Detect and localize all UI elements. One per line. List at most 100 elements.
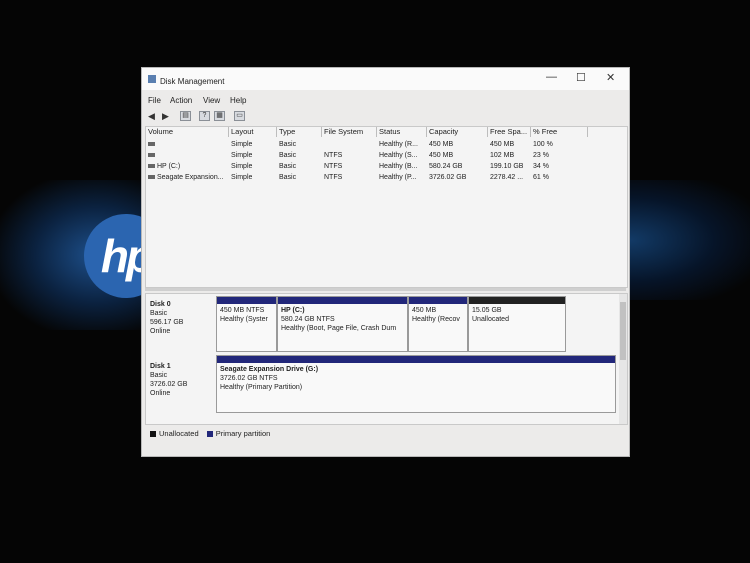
fs-cell: NTFS xyxy=(324,174,343,181)
title-bar[interactable]: Disk Management — ☐ ✕ xyxy=(142,68,629,90)
disk-1-info[interactable]: Disk 1 Basic 3726.02 GB Online xyxy=(150,362,187,398)
primary-partition-bar xyxy=(278,297,407,304)
disk-type: Basic xyxy=(150,372,168,379)
col-percent-free[interactable]: % Free xyxy=(531,127,588,137)
volume-name xyxy=(148,139,228,150)
capacity-cell: 450 MB xyxy=(429,152,454,159)
toolbar: ◀ ▶ ▤ ? ▦ ▭ xyxy=(142,109,629,123)
type-cell: Basic xyxy=(279,141,297,148)
col-file-system[interactable]: File System xyxy=(322,127,377,137)
console-icon[interactable]: ▦ xyxy=(214,111,225,121)
status-cell: Healthy (S... xyxy=(379,152,418,159)
volume-icon xyxy=(148,175,155,180)
pane-splitter[interactable] xyxy=(145,288,626,291)
pct-free-cell: 34 % xyxy=(533,163,549,170)
unallocated-bar xyxy=(469,297,565,304)
menu-bar: File Action View Help xyxy=(142,94,629,108)
disk-type: Basic xyxy=(150,310,168,317)
volume-icon xyxy=(148,153,155,158)
partition-c[interactable]: HP (C:) 580.24 GB NTFS Healthy (Boot, Pa… xyxy=(277,296,408,352)
free-cell: 199.10 GB xyxy=(490,163,524,170)
free-cell: 102 MB xyxy=(490,152,515,159)
menu-file[interactable]: File xyxy=(148,96,161,105)
minimize-button[interactable]: — xyxy=(546,71,557,83)
col-type[interactable]: Type xyxy=(277,127,322,137)
menu-view[interactable]: View xyxy=(203,96,220,105)
primary-partition-bar xyxy=(217,297,276,304)
disk-map: Disk 0 Basic 596.17 GB Online 450 MB NTF… xyxy=(145,293,628,425)
type-cell: Basic xyxy=(279,174,297,181)
primary-partition-bar xyxy=(409,297,467,304)
close-button[interactable]: ✕ xyxy=(606,71,615,84)
volume-name: Seagate Expansion... xyxy=(148,172,228,183)
disk-status: Online xyxy=(150,390,171,397)
layout-cell: Simple xyxy=(231,141,253,148)
volume-icon xyxy=(148,142,155,147)
capacity-cell: 450 MB xyxy=(429,141,454,148)
volume-icon xyxy=(148,164,155,169)
app-icon xyxy=(148,75,156,83)
col-capacity[interactable]: Capacity xyxy=(427,127,488,137)
pct-free-cell: 23 % xyxy=(533,152,549,159)
list-icon[interactable]: ▭ xyxy=(234,111,245,121)
vertical-scrollbar[interactable] xyxy=(619,294,627,424)
type-cell: Basic xyxy=(279,163,297,170)
partition-name: Seagate Expansion Drive (G:) xyxy=(220,366,319,373)
col-volume[interactable]: Volume xyxy=(146,127,229,137)
table-row[interactable]: Simple Basic Healthy (R... 450 MB 450 MB… xyxy=(146,139,627,150)
partition-status: Unallocated xyxy=(472,316,509,323)
partition-status: Healthy (Primary Partition) xyxy=(220,384,303,391)
partition-size: 450 MB NTFS xyxy=(220,307,265,314)
partition-unallocated[interactable]: 15.05 GB Unallocated xyxy=(468,296,566,352)
properties-icon[interactable]: ▤ xyxy=(180,111,191,121)
status-cell: Healthy (R... xyxy=(379,141,418,148)
table-row[interactable]: HP (C:) Simple Basic NTFS Healthy (B... … xyxy=(146,161,627,172)
partition-status: Healthy (Syster xyxy=(220,316,268,323)
col-free-space[interactable]: Free Spa... xyxy=(488,127,531,137)
partition-size: 580.24 GB NTFS xyxy=(281,316,335,323)
partition-status: Healthy (Recov xyxy=(412,316,460,323)
disk-size: 596.17 GB xyxy=(150,319,184,326)
disk-size: 3726.02 GB xyxy=(150,381,188,388)
partition-size: 15.05 GB xyxy=(472,307,502,314)
disk-status: Online xyxy=(150,328,171,335)
partition-recovery[interactable]: 450 MB Healthy (Recov xyxy=(408,296,468,352)
status-cell: Healthy (B... xyxy=(379,163,418,170)
disk-management-window: Disk Management — ☐ ✕ File Action View H… xyxy=(141,67,630,457)
partition-size: 450 MB xyxy=(412,307,437,314)
legend-unallocated: Unallocated xyxy=(159,429,199,438)
partition-status: Healthy (Boot, Page File, Crash Dum xyxy=(281,325,397,332)
col-layout[interactable]: Layout xyxy=(229,127,277,137)
scroll-thumb[interactable] xyxy=(620,302,626,360)
volume-name xyxy=(148,150,228,161)
layout-cell: Simple xyxy=(231,152,253,159)
fs-cell: NTFS xyxy=(324,152,343,159)
primary-partition-bar xyxy=(217,356,615,363)
table-row[interactable]: Seagate Expansion... Simple Basic NTFS H… xyxy=(146,172,627,183)
help-icon[interactable]: ? xyxy=(199,111,210,121)
table-row[interactable]: Simple Basic NTFS Healthy (S... 450 MB 1… xyxy=(146,150,627,161)
fs-cell: NTFS xyxy=(324,163,343,170)
col-status[interactable]: Status xyxy=(377,127,427,137)
forward-icon[interactable]: ▶ xyxy=(160,111,171,121)
menu-help[interactable]: Help xyxy=(230,96,246,105)
pct-free-cell: 100 % xyxy=(533,141,553,148)
partition-system[interactable]: 450 MB NTFS Healthy (Syster xyxy=(216,296,277,352)
capacity-cell: 3726.02 GB xyxy=(429,174,467,181)
partition-name: HP (C:) xyxy=(281,307,305,314)
volume-list: Volume Layout Type File System Status Ca… xyxy=(145,126,628,288)
unallocated-swatch xyxy=(150,431,156,438)
window-title: Disk Management xyxy=(160,77,225,86)
free-cell: 2278.42 ... xyxy=(490,174,524,181)
layout-cell: Simple xyxy=(231,174,253,181)
back-icon[interactable]: ◀ xyxy=(146,111,157,121)
free-cell: 450 MB xyxy=(490,141,515,148)
disk-0-info[interactable]: Disk 0 Basic 596.17 GB Online xyxy=(150,300,183,336)
layout-cell: Simple xyxy=(231,163,253,170)
menu-action[interactable]: Action xyxy=(170,96,192,105)
partition-size: 3726.02 GB NTFS xyxy=(220,375,278,382)
primary-partition-swatch xyxy=(206,431,213,438)
disk-name: Disk 0 xyxy=(150,301,171,308)
partition-seagate[interactable]: Seagate Expansion Drive (G:) 3726.02 GB … xyxy=(216,355,616,413)
maximize-button[interactable]: ☐ xyxy=(576,71,586,84)
